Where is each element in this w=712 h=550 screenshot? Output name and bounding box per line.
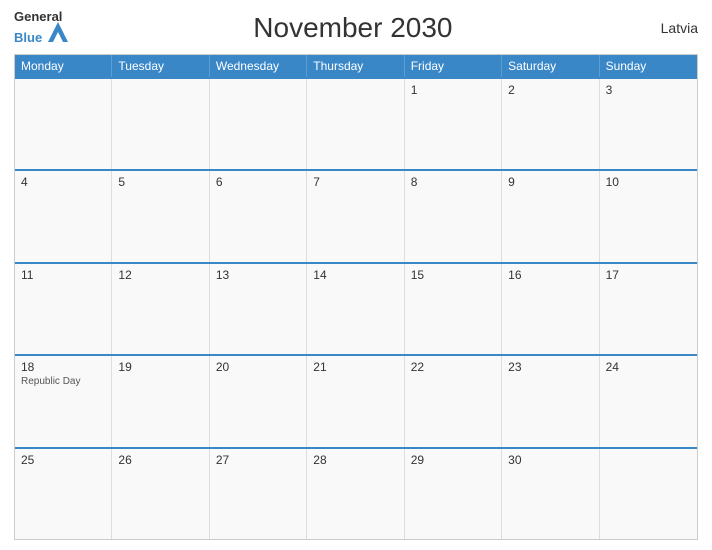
calendar-cell: 3 — [600, 79, 697, 169]
day-number: 20 — [216, 360, 300, 374]
week-row-5: 25 26 27 28 29 30 — [15, 447, 697, 539]
day-number: 10 — [606, 175, 691, 189]
calendar-cell — [15, 79, 112, 169]
weekday-tuesday: Tuesday — [112, 55, 209, 77]
calendar-cell: 5 — [112, 171, 209, 261]
logo-text: GeneralBlue — [14, 10, 68, 46]
calendar-cell: 18 Republic Day — [15, 356, 112, 446]
day-number: 4 — [21, 175, 105, 189]
day-number: 9 — [508, 175, 592, 189]
calendar-cell: 17 — [600, 264, 697, 354]
day-number: 16 — [508, 268, 592, 282]
day-number: 12 — [118, 268, 202, 282]
calendar-cell: 9 — [502, 171, 599, 261]
day-number: 30 — [508, 453, 592, 467]
day-number: 3 — [606, 83, 691, 97]
weekday-wednesday: Wednesday — [210, 55, 307, 77]
calendar-cell: 4 — [15, 171, 112, 261]
calendar-cell: 11 — [15, 264, 112, 354]
calendar-cell: 12 — [112, 264, 209, 354]
logo-icon — [48, 22, 68, 42]
logo: GeneralBlue — [14, 10, 68, 46]
day-number: 23 — [508, 360, 592, 374]
header: GeneralBlue November 2030 Latvia — [14, 10, 698, 46]
calendar-cell: 25 — [15, 449, 112, 539]
calendar-cell: 15 — [405, 264, 502, 354]
day-number: 6 — [216, 175, 300, 189]
weekday-thursday: Thursday — [307, 55, 404, 77]
day-number: 27 — [216, 453, 300, 467]
day-number: 11 — [21, 268, 105, 282]
calendar-cell: 2 — [502, 79, 599, 169]
day-number: 13 — [216, 268, 300, 282]
day-number: 7 — [313, 175, 397, 189]
calendar-cell: 30 — [502, 449, 599, 539]
calendar-cell: 1 — [405, 79, 502, 169]
day-number: 1 — [411, 83, 495, 97]
day-number: 15 — [411, 268, 495, 282]
calendar-cell: 21 — [307, 356, 404, 446]
calendar-cell: 19 — [112, 356, 209, 446]
country-label: Latvia — [638, 20, 698, 36]
week-row-1: 123 — [15, 77, 697, 169]
weekday-monday: Monday — [15, 55, 112, 77]
day-number: 17 — [606, 268, 691, 282]
day-number: 2 — [508, 83, 592, 97]
day-number: 5 — [118, 175, 202, 189]
calendar-cell: 8 — [405, 171, 502, 261]
day-number: 29 — [411, 453, 495, 467]
calendar-cell: 27 — [210, 449, 307, 539]
calendar-cell: 23 — [502, 356, 599, 446]
calendar-cell: 29 — [405, 449, 502, 539]
calendar-cell: 28 — [307, 449, 404, 539]
day-number: 28 — [313, 453, 397, 467]
day-number: 21 — [313, 360, 397, 374]
calendar-cell: 20 — [210, 356, 307, 446]
calendar-cell — [600, 449, 697, 539]
calendar-cell: 14 — [307, 264, 404, 354]
day-number: 8 — [411, 175, 495, 189]
day-number: 14 — [313, 268, 397, 282]
week-row-3: 11 12 13 14 15 16 17 — [15, 262, 697, 354]
week-row-2: 456789 10 — [15, 169, 697, 261]
calendar-cell: 13 — [210, 264, 307, 354]
calendar-cell — [112, 79, 209, 169]
calendar-header: Monday Tuesday Wednesday Thursday Friday… — [15, 55, 697, 77]
week-row-4: 18 Republic Day 19 20 21 22 23 24 — [15, 354, 697, 446]
day-number: 19 — [118, 360, 202, 374]
calendar-cell: 22 — [405, 356, 502, 446]
calendar-cell — [307, 79, 404, 169]
weekday-friday: Friday — [405, 55, 502, 77]
event-label: Republic Day — [21, 376, 105, 387]
day-number: 24 — [606, 360, 691, 374]
day-number: 22 — [411, 360, 495, 374]
calendar-body: 123456789101112131415161718Republic Day1… — [15, 77, 697, 539]
day-number: 18 — [21, 360, 105, 374]
day-number: 25 — [21, 453, 105, 467]
calendar-cell — [210, 79, 307, 169]
calendar-cell: 10 — [600, 171, 697, 261]
calendar-cell: 16 — [502, 264, 599, 354]
calendar: Monday Tuesday Wednesday Thursday Friday… — [14, 54, 698, 540]
calendar-cell: 26 — [112, 449, 209, 539]
page: GeneralBlue November 2030 Latvia Monday … — [0, 0, 712, 550]
weekday-sunday: Sunday — [600, 55, 697, 77]
calendar-cell: 6 — [210, 171, 307, 261]
calendar-cell: 24 — [600, 356, 697, 446]
weekday-saturday: Saturday — [502, 55, 599, 77]
calendar-cell: 7 — [307, 171, 404, 261]
day-number: 26 — [118, 453, 202, 467]
month-title: November 2030 — [68, 12, 638, 44]
